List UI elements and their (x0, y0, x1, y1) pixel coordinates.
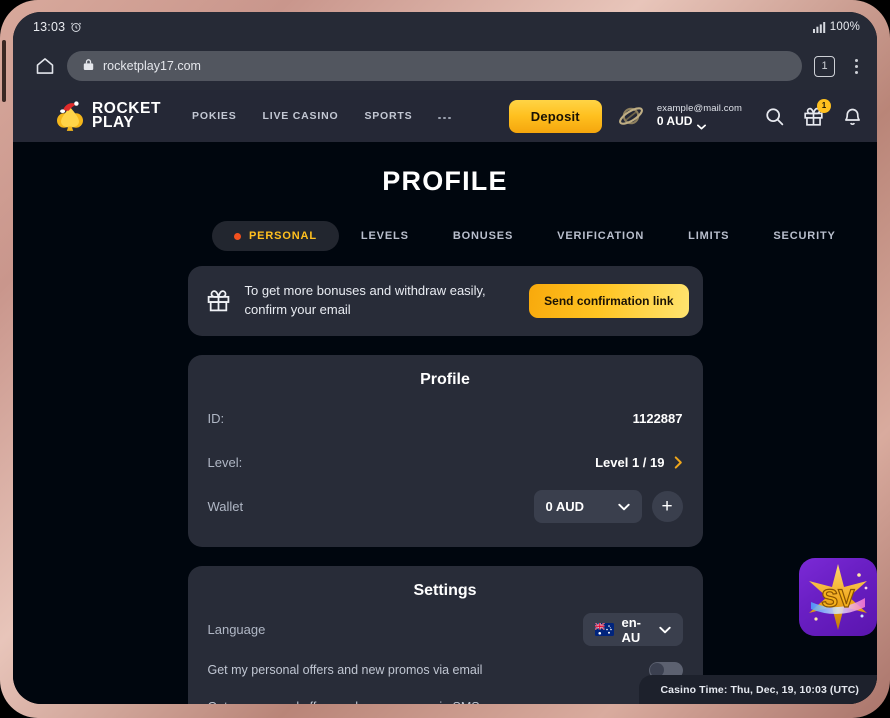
account-balance-value: 0 AUD (656, 114, 693, 129)
site-logo[interactable]: ROCKET PLAY (55, 100, 161, 132)
tab-personal-label: PERSONAL (249, 230, 317, 242)
tab-verification[interactable]: VERIFICATION (535, 221, 666, 251)
rocket-santa-hat-icon (55, 100, 85, 132)
add-wallet-button[interactable]: + (651, 491, 683, 523)
home-icon[interactable] (35, 56, 55, 76)
account-summary[interactable]: example@mail.com 0 AUD (657, 103, 742, 130)
banner-message: To get more bonuses and withdraw easily,… (244, 283, 486, 317)
tab-counter-button[interactable]: 1 (814, 55, 835, 77)
status-bar-clock: 13:03 (33, 20, 66, 34)
chevron-down-icon (617, 499, 630, 514)
settings-email-promos-label: Get my personal offers and new promos vi… (207, 663, 483, 678)
account-email: example@mail.com (656, 102, 742, 114)
phone-frame: 13:03 100% rocketplay17.com 1 ROCKET PLA… (0, 0, 890, 718)
profile-row-level-label: Level: (207, 455, 243, 471)
site-logo-text: ROCKET PLAY (92, 101, 161, 131)
wallet-select[interactable]: 0 AUD (533, 490, 642, 524)
profile-card-title: Profile (420, 370, 470, 388)
status-bar-right: 100% (812, 21, 860, 33)
battery-percent: 100% (829, 21, 860, 33)
send-confirmation-link-button[interactable]: Send confirmation link (529, 283, 689, 318)
wallet-controls: 0 AUD + (533, 490, 683, 524)
tab-bonuses[interactable]: BONUSES (431, 221, 535, 251)
profile-row-level-value-group: Level 1 / 19 (595, 455, 682, 470)
url-text: rocketplay17.com (103, 59, 201, 73)
android-status-bar: 13:03 100% (13, 12, 877, 42)
main-navigation: POKIES LIVE CASINO SPORTS (192, 110, 451, 122)
header-right-cluster: Deposit example@mail.com 0 AUD 1 (508, 98, 863, 133)
signal-bars-icon (812, 21, 826, 33)
wallet-select-value: 0 AUD (545, 499, 585, 515)
gift-badge-count: 1 (817, 98, 831, 113)
website-viewport: ROCKET PLAY POKIES LIVE CASINO SPORTS De… (13, 90, 877, 704)
profile-row-level[interactable]: Level: Level 1 / 19 (208, 441, 683, 485)
profile-page: PROFILE PERSONAL LEVELS BONUSES VERIFICA… (13, 142, 877, 704)
site-header: ROCKET PLAY POKIES LIVE CASINO SPORTS De… (13, 90, 877, 142)
gift-icon[interactable]: 1 (803, 98, 831, 127)
bell-icon[interactable] (842, 106, 863, 127)
profile-row-wallet-label: Wallet (207, 499, 244, 515)
language-select-value: en-AU (621, 614, 642, 645)
casino-time-text: Casino Time: Thu, Dec, 19, 10:03 (UTC) (660, 683, 859, 696)
browser-toolbar: rocketplay17.com 1 (13, 42, 877, 90)
profile-tabs: PERSONAL LEVELS BONUSES VERIFICATION LIM… (13, 221, 877, 251)
chevron-down-icon (658, 622, 671, 637)
ellipsis-icon[interactable] (438, 113, 451, 120)
settings-row-email-promos: Get my personal offers and new promos vi… (208, 652, 683, 689)
alarm-clock-icon (70, 21, 82, 33)
active-tab-dot-icon (234, 232, 241, 240)
chevron-down-icon (697, 119, 707, 130)
tab-personal[interactable]: PERSONAL (212, 221, 339, 251)
lock-icon (83, 58, 94, 74)
logo-line-2: PLAY (92, 114, 135, 131)
kebab-menu-icon[interactable] (847, 58, 865, 74)
sv-starburst-badge-icon[interactable]: SV (799, 558, 877, 636)
page-title: PROFILE (382, 166, 508, 196)
gift-icon (206, 288, 231, 313)
email-confirmation-banner: To get more bonuses and withdraw easily,… (187, 266, 703, 336)
nav-item-live-casino[interactable]: LIVE CASINO (263, 110, 339, 122)
tab-limits[interactable]: LIMITS (666, 221, 751, 251)
deposit-button[interactable]: Deposit (508, 99, 602, 133)
nav-item-sports[interactable]: SPORTS (364, 110, 412, 122)
account-balance: 0 AUD (656, 114, 742, 130)
sv-widget-text: SV (821, 585, 855, 613)
profile-row-id-label: ID: (207, 411, 225, 427)
tab-levels[interactable]: LEVELS (339, 221, 431, 251)
search-icon[interactable] (764, 106, 785, 127)
language-select[interactable]: en-AU (582, 613, 683, 647)
tab-security[interactable]: SECURITY (751, 221, 857, 251)
header-icon-group: 1 (764, 98, 863, 127)
nav-item-pokies[interactable]: POKIES (192, 110, 236, 122)
settings-language-label: Language (207, 622, 266, 638)
chevron-right-icon[interactable] (674, 456, 683, 469)
profile-row-id-value: 1122887 (632, 411, 683, 427)
profile-row-wallet: Wallet 0 AUD + (208, 485, 683, 529)
settings-row-language: Language en-AU (208, 608, 683, 652)
settings-sms-promos-label: Get my personal offers and new promos vi… (208, 700, 480, 704)
settings-card-title: Settings (413, 581, 477, 599)
profile-card: Profile ID: 1122887 Level: Level 1 / 19 (187, 354, 703, 547)
planet-saturn-icon[interactable] (616, 101, 646, 131)
profile-content-column: To get more bonuses and withdraw easily,… (187, 266, 703, 704)
profile-row-id: ID: 1122887 (208, 397, 683, 441)
casino-time-bar: Casino Time: Thu, Dec, 19, 10:03 (UTC) (638, 675, 877, 704)
settings-card: Settings Language en-AU Get my personal … (187, 565, 703, 704)
tab-count-label: 1 (821, 60, 828, 72)
profile-row-level-value: Level 1 / 19 (595, 455, 665, 471)
flag-australia-icon (594, 623, 614, 637)
phone-screen: 13:03 100% rocketplay17.com 1 ROCKET PLA… (13, 12, 877, 704)
device-side-button[interactable] (2, 40, 6, 102)
settings-row-sms-promos: Get my personal offers and new promos vi… (208, 689, 683, 704)
status-bar-left: 13:03 (33, 20, 82, 34)
url-bar[interactable]: rocketplay17.com (67, 51, 802, 81)
